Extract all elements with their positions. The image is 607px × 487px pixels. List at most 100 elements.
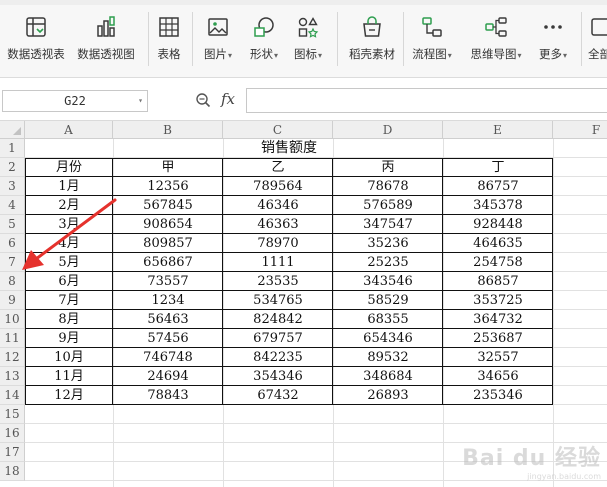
header-cell[interactable]: 甲 bbox=[113, 158, 223, 177]
row-header-9[interactable]: 9 bbox=[0, 291, 25, 310]
table-cell[interactable]: 8月 bbox=[25, 310, 113, 329]
table-cell[interactable]: 57456 bbox=[113, 329, 223, 348]
table-cell[interactable]: 576589 bbox=[333, 196, 443, 215]
table-cell[interactable]: 3月 bbox=[25, 215, 113, 234]
table-cell[interactable]: 347547 bbox=[333, 215, 443, 234]
table-cell[interactable]: 534765 bbox=[223, 291, 333, 310]
table-cell[interactable]: 824842 bbox=[223, 310, 333, 329]
table-cell[interactable]: 89532 bbox=[333, 348, 443, 367]
table-button[interactable]: 表格 bbox=[153, 14, 185, 70]
row-header-6[interactable]: 6 bbox=[0, 234, 25, 253]
all-button[interactable]: 全部 bbox=[588, 14, 607, 70]
mindmap-button[interactable]: 思维导图▾ bbox=[466, 14, 526, 70]
table-cell[interactable]: 12356 bbox=[113, 177, 223, 196]
table-cell[interactable]: 6月 bbox=[25, 272, 113, 291]
select-all-corner[interactable] bbox=[0, 121, 25, 139]
table-cell[interactable]: 656867 bbox=[113, 253, 223, 272]
table-cell[interactable]: 86857 bbox=[443, 272, 553, 291]
row-header-15[interactable]: 15 bbox=[0, 405, 25, 424]
column-header-e[interactable]: E bbox=[443, 121, 553, 139]
table-cell[interactable]: 842235 bbox=[223, 348, 333, 367]
picture-button[interactable]: 图片▾ bbox=[199, 14, 237, 70]
table-cell[interactable]: 26893 bbox=[333, 386, 443, 405]
row-header-5[interactable]: 5 bbox=[0, 215, 25, 234]
table-cell[interactable]: 9月 bbox=[25, 329, 113, 348]
row-header-7[interactable]: 7 bbox=[0, 253, 25, 272]
table-cell[interactable]: 354346 bbox=[223, 367, 333, 386]
column-header-c[interactable]: C bbox=[223, 121, 333, 139]
table-cell[interactable]: 78970 bbox=[223, 234, 333, 253]
table-cell[interactable]: 24694 bbox=[113, 367, 223, 386]
table-cell[interactable]: 253687 bbox=[443, 329, 553, 348]
column-header-d[interactable]: D bbox=[333, 121, 443, 139]
row-header-3[interactable]: 3 bbox=[0, 177, 25, 196]
zoom-icon[interactable] bbox=[195, 92, 211, 112]
table-cell[interactable]: 235346 bbox=[443, 386, 553, 405]
table-cell[interactable]: 348684 bbox=[333, 367, 443, 386]
row-header-2[interactable]: 2 bbox=[0, 158, 25, 177]
column-header-b[interactable]: B bbox=[113, 121, 223, 139]
header-cell[interactable]: 月份 bbox=[25, 158, 113, 177]
table-title-cell[interactable]: 销售额度 bbox=[25, 139, 553, 158]
table-cell[interactable]: 25235 bbox=[333, 253, 443, 272]
table-cell[interactable]: 789564 bbox=[223, 177, 333, 196]
table-cell[interactable]: 2月 bbox=[25, 196, 113, 215]
table-cell[interactable]: 679757 bbox=[223, 329, 333, 348]
table-cell[interactable]: 35236 bbox=[333, 234, 443, 253]
table-cell[interactable]: 464635 bbox=[443, 234, 553, 253]
table-cell[interactable]: 567845 bbox=[113, 196, 223, 215]
row-header-11[interactable]: 11 bbox=[0, 329, 25, 348]
table-cell[interactable]: 46363 bbox=[223, 215, 333, 234]
row-header-18[interactable]: 18 bbox=[0, 462, 25, 481]
table-cell[interactable]: 7月 bbox=[25, 291, 113, 310]
table-cell[interactable]: 364732 bbox=[443, 310, 553, 329]
header-cell[interactable]: 丙 bbox=[333, 158, 443, 177]
row-header-13[interactable]: 13 bbox=[0, 367, 25, 386]
table-cell[interactable]: 1234 bbox=[113, 291, 223, 310]
pivot-table-button[interactable]: 数据透视表 bbox=[4, 14, 68, 70]
table-cell[interactable]: 10月 bbox=[25, 348, 113, 367]
row-header-17[interactable]: 17 bbox=[0, 443, 25, 462]
spreadsheet-grid[interactable]: A B C D E F 1 2 3 4 5 6 7 8 9 10 11 12 13 14 15 16 17 18 销售额度 月份甲… bbox=[0, 121, 607, 487]
table-cell[interactable]: 32557 bbox=[443, 348, 553, 367]
header-cell[interactable]: 乙 bbox=[223, 158, 333, 177]
table-cell[interactable]: 353725 bbox=[443, 291, 553, 310]
table-cell[interactable]: 78678 bbox=[333, 177, 443, 196]
table-cell[interactable]: 34656 bbox=[443, 367, 553, 386]
table-cell[interactable]: 1月 bbox=[25, 177, 113, 196]
table-cell[interactable]: 928448 bbox=[443, 215, 553, 234]
shape-button[interactable]: 形状▾ bbox=[245, 14, 283, 70]
row-header-1[interactable]: 1 bbox=[0, 139, 25, 158]
table-cell[interactable]: 343546 bbox=[333, 272, 443, 291]
row-header-16[interactable]: 16 bbox=[0, 424, 25, 443]
table-cell[interactable]: 23535 bbox=[223, 272, 333, 291]
docer-material-button[interactable]: 稻壳素材 bbox=[345, 14, 399, 70]
formula-input[interactable] bbox=[246, 88, 607, 113]
table-cell[interactable]: 809857 bbox=[113, 234, 223, 253]
table-cell[interactable]: 46346 bbox=[223, 196, 333, 215]
header-cell[interactable]: 丁 bbox=[443, 158, 553, 177]
table-cell[interactable]: 654346 bbox=[333, 329, 443, 348]
icons-button[interactable]: 图标▾ bbox=[289, 14, 327, 70]
table-cell[interactable]: 1111 bbox=[223, 253, 333, 272]
row-header-14[interactable]: 14 bbox=[0, 386, 25, 405]
table-cell[interactable]: 11月 bbox=[25, 367, 113, 386]
pivot-chart-button[interactable]: 数据透视图 bbox=[74, 14, 138, 70]
table-cell[interactable]: 56463 bbox=[113, 310, 223, 329]
table-cell[interactable]: 58529 bbox=[333, 291, 443, 310]
chevron-down-icon[interactable]: ▾ bbox=[138, 91, 143, 111]
column-header-a[interactable]: A bbox=[25, 121, 113, 139]
table-cell[interactable]: 68355 bbox=[333, 310, 443, 329]
table-cell[interactable]: 4月 bbox=[25, 234, 113, 253]
table-cell[interactable]: 908654 bbox=[113, 215, 223, 234]
table-cell[interactable]: 5月 bbox=[25, 253, 113, 272]
table-cell[interactable]: 73557 bbox=[113, 272, 223, 291]
table-cell[interactable]: 345378 bbox=[443, 196, 553, 215]
flowchart-button[interactable]: 流程图▾ bbox=[409, 14, 455, 70]
table-cell[interactable]: 746748 bbox=[113, 348, 223, 367]
table-cell[interactable]: 254758 bbox=[443, 253, 553, 272]
table-cell[interactable]: 67432 bbox=[223, 386, 333, 405]
table-cell[interactable]: 12月 bbox=[25, 386, 113, 405]
column-header-f[interactable]: F bbox=[553, 121, 607, 139]
more-button[interactable]: 更多▾ bbox=[534, 14, 572, 70]
